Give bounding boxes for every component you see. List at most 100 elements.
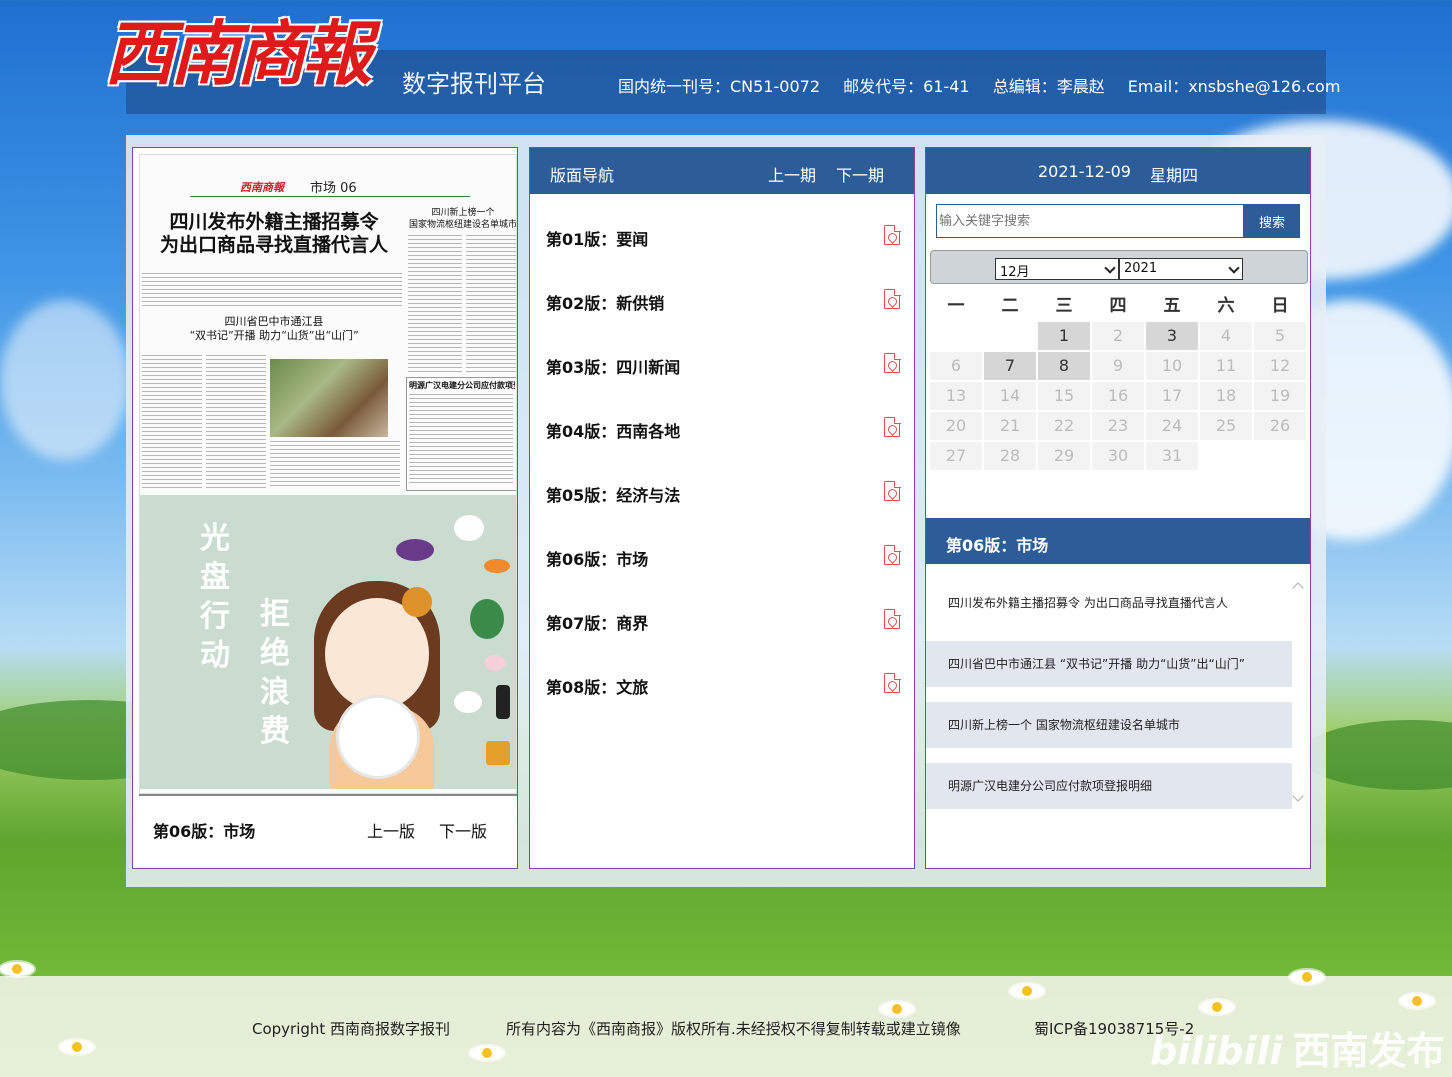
calendar-day: 29: [1038, 442, 1090, 470]
paper-masthead-logo: 西南商報: [240, 181, 284, 194]
footer-copyright: Copyright 西南商报数字报刊: [252, 1020, 451, 1038]
page-nav-item-01[interactable]: 第01版：要闻: [546, 204, 902, 268]
thumb-text-column: [142, 273, 402, 307]
thumb-sub-headline-line1: 四川省巴中市通江县: [224, 315, 324, 328]
chicken-leg-icon: [402, 587, 432, 617]
page-nav-item-02[interactable]: 第02版：新供销: [546, 268, 902, 332]
paper-masthead: 西南商報 市场 06: [190, 175, 470, 197]
page-nav-label[interactable]: 第07版：商界: [546, 610, 648, 634]
pdf-download-icon[interactable]: [884, 480, 901, 501]
thumb-headline[interactable]: 四川发布外籍主播招募令 为出口商品寻找直播代言人: [144, 211, 404, 257]
calendar-day: 26: [1254, 412, 1306, 440]
article-item[interactable]: 四川新上榜一个 国家物流枢纽建设名单城市: [926, 702, 1292, 748]
pdf-download-icon[interactable]: [884, 352, 901, 373]
search-input[interactable]: [936, 204, 1244, 238]
calendar-week-row: 13 14 15 16 17 18 19: [930, 382, 1308, 412]
thumb-sub-headline[interactable]: 四川省巴中市通江县 “双书记”开播 助力“山货”出“山门”: [144, 315, 404, 343]
month-select[interactable]: 12月: [995, 258, 1119, 280]
pdf-download-icon[interactable]: [884, 544, 901, 565]
page-nav-item-05[interactable]: 第05版：经济与法: [546, 460, 902, 524]
thumb-headline-line2: 为出口商品寻找直播代言人: [159, 234, 388, 256]
next-issue-link[interactable]: 下一期: [836, 162, 884, 186]
thumb-text-column: [206, 355, 266, 489]
watermark-text: 西南发布: [1292, 1029, 1445, 1073]
page-nav-item-03[interactable]: 第03版：四川新闻: [546, 332, 902, 396]
section-title: 第06版：市场: [946, 536, 1049, 555]
thumb-side-headline[interactable]: 四川新上榜一个 国家物流枢纽建设名单城市: [408, 207, 516, 231]
scroll-down-icon[interactable]: [1292, 790, 1304, 802]
year-select[interactable]: 2021: [1119, 258, 1243, 280]
plate-illustration: [336, 695, 420, 779]
thumb-notice-box[interactable]: 明源广汉电建分公司应付款项登报明细: [406, 377, 516, 491]
footer-rights: 所有内容为《西南商报》版权所有.未经授权不得复制转载或建立镜像: [506, 1020, 961, 1038]
calendar-selector-bar: 12月 2021: [930, 250, 1308, 284]
calendar-week-row: 20 21 22 23 24 25 26: [930, 412, 1308, 442]
calendar-day-available[interactable]: 3: [1146, 322, 1198, 350]
ad-char: 浪: [260, 675, 290, 710]
page-nav-label[interactable]: 第03版：四川新闻: [546, 354, 680, 378]
calendar-day: 18: [1200, 382, 1252, 410]
calendar-day: 12: [1254, 352, 1306, 380]
article-list: 四川发布外籍主播招募令 为出口商品寻找直播代言人 四川省巴中市通江县 “双书记”…: [926, 564, 1292, 809]
page-nav-item-08[interactable]: 第08版：文旅: [546, 652, 902, 716]
article-item[interactable]: 四川发布外籍主播招募令 为出口商品寻找直播代言人: [926, 580, 1292, 626]
daisy-decoration: [60, 1040, 94, 1054]
month-select-value: 12月: [1000, 265, 1030, 280]
pdf-download-icon[interactable]: [884, 224, 901, 245]
pdf-download-icon[interactable]: [884, 288, 901, 309]
carrot-icon: [484, 559, 510, 573]
scroll-up-icon[interactable]: [1292, 582, 1304, 594]
calendar-day: 22: [1038, 412, 1090, 440]
fries-icon: [486, 741, 510, 765]
pdf-download-icon[interactable]: [884, 416, 901, 437]
newspaper-page-thumbnail[interactable]: 西南商報 市场 06 四川发布外籍主播招募令 为出口商品寻找直播代言人 四川新上…: [139, 154, 517, 794]
calendar-day: 5: [1254, 322, 1306, 350]
calendar-week-row: 6 7 8 9 10 11 12: [930, 352, 1308, 382]
calendar-day-available[interactable]: 1: [1038, 322, 1090, 350]
pdf-download-icon[interactable]: [884, 608, 901, 629]
section-title-bar: 第06版：市场: [926, 518, 1310, 564]
pdf-download-icon[interactable]: [884, 672, 901, 693]
food-waste-ad: 光 盘 行 动 拒 绝 浪 费: [140, 495, 516, 789]
calendar-day: 28: [984, 442, 1036, 470]
next-page-link[interactable]: 下一版: [439, 818, 487, 842]
page-nav-label[interactable]: 第05版：经济与法: [546, 482, 680, 506]
chevron-down-icon: [1228, 262, 1240, 274]
thumb-sub-headline-line2: “双书记”开播 助力“山货”出“山门”: [189, 329, 359, 342]
thumb-side-headline-line1: 四川新上榜一个: [431, 208, 495, 218]
page-nav-item-06[interactable]: 第06版：市场: [546, 524, 902, 588]
bilibili-logo: bilibili: [1150, 1029, 1283, 1073]
prev-issue-link[interactable]: 上一期: [768, 162, 816, 186]
site-logo[interactable]: 西南商報: [104, 8, 386, 100]
page-nav-item-04[interactable]: 第04版：西南各地: [546, 396, 902, 460]
page-nav-label[interactable]: 第04版：西南各地: [546, 418, 680, 442]
issue-date: 2021-12-09: [1038, 162, 1131, 181]
calendar-week-row: 27 28 29 30 31: [930, 442, 1308, 472]
calendar-day: 13: [930, 382, 982, 410]
calendar-day-available[interactable]: 7: [984, 352, 1036, 380]
page-nav-label[interactable]: 第02版：新供销: [546, 290, 664, 314]
page-nav-label[interactable]: 第01版：要闻: [546, 226, 648, 250]
article-item[interactable]: 明源广汉电建分公司应付款项登报明细: [926, 763, 1292, 809]
page-nav-label[interactable]: 第06版：市场: [546, 546, 648, 570]
prev-page-link[interactable]: 上一版: [367, 818, 415, 842]
ad-char: 动: [200, 638, 230, 673]
calendar-day-available[interactable]: 8: [1038, 352, 1090, 380]
ad-slogan-col2: 拒 绝 浪 费: [258, 595, 292, 751]
page-navigation-panel: 版面导航 上一期 下一期 第01版：要闻 第02版：新供销 第03版：四川新闻 …: [529, 147, 915, 869]
calendar-weekday-label: 一: [947, 296, 965, 316]
calendar-day: 16: [1092, 382, 1144, 410]
calendar-day: 31: [1146, 442, 1198, 470]
article-item[interactable]: 四川省巴中市通江县 “双书记”开播 助力“山货”出“山门”: [926, 641, 1292, 687]
thumb-photo: [270, 359, 388, 437]
calendar-day: 4: [1200, 322, 1252, 350]
ad-char: 盘: [200, 560, 230, 595]
calendar-day: 23: [1092, 412, 1144, 440]
bok-choy-icon: [470, 599, 504, 639]
daisy-decoration: [1200, 1000, 1234, 1014]
cloud-decoration: [0, 300, 130, 460]
page-nav-label[interactable]: 第08版：文旅: [546, 674, 648, 698]
search-button[interactable]: 搜索: [1244, 204, 1300, 238]
calendar-day: 25: [1200, 412, 1252, 440]
page-nav-item-07[interactable]: 第07版：商界: [546, 588, 902, 652]
